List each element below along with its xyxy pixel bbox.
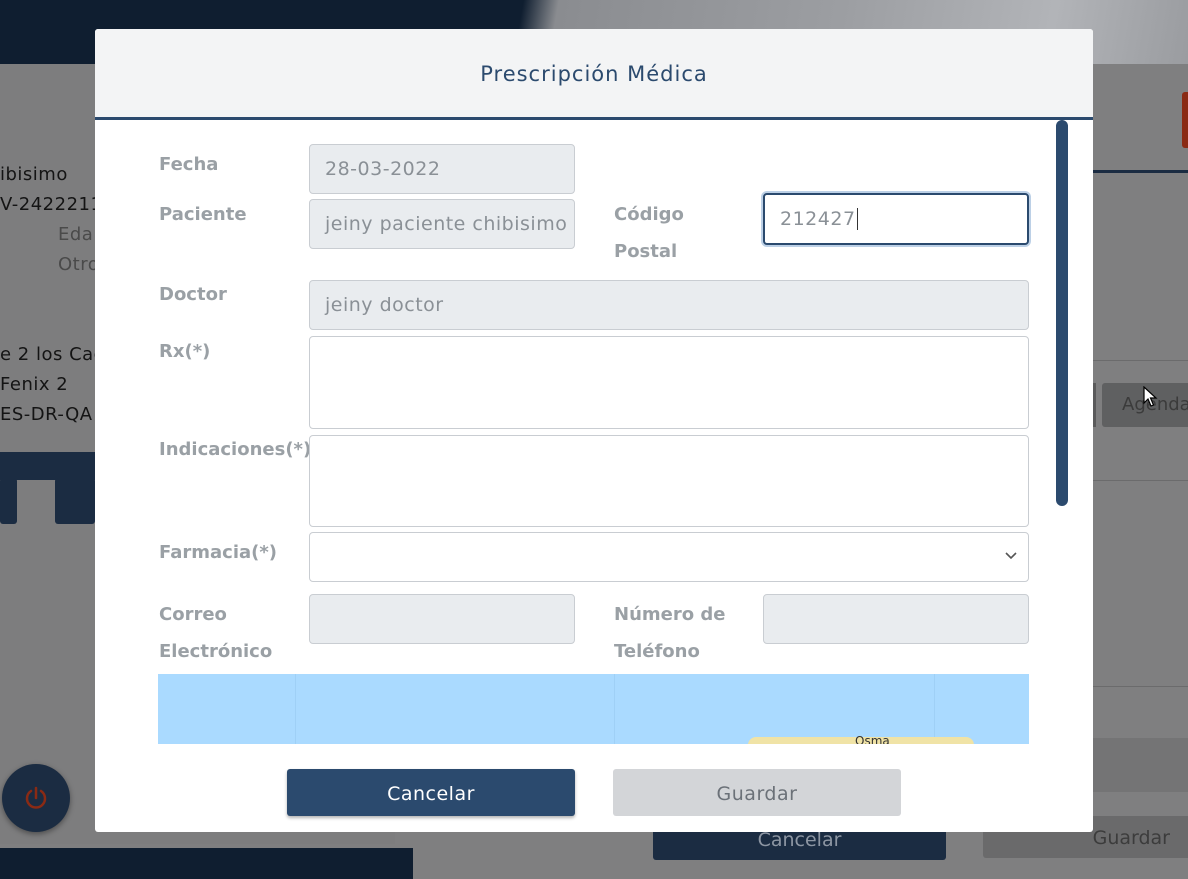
- cancel-button[interactable]: Cancelar: [287, 769, 575, 816]
- fecha-label: Fecha: [159, 154, 219, 175]
- codigo-postal-value: 212427: [780, 208, 856, 230]
- map-tile-seam: [614, 674, 615, 744]
- bg-code-line: ES-DR-QA: [0, 404, 93, 425]
- codigo-postal-label-line1: Código: [614, 204, 684, 225]
- modal-title: Prescripción Médica: [480, 62, 708, 86]
- mouse-cursor-icon: [1143, 386, 1158, 407]
- fecha-input: 28-03-2022: [309, 144, 575, 194]
- text-caret: [856, 208, 858, 230]
- save-button[interactable]: Guardar: [613, 769, 901, 816]
- bg-age-label: Eda: [58, 224, 94, 245]
- map-tile-seam: [934, 674, 935, 744]
- bg-row-divider: [1093, 360, 1188, 361]
- telefono-label-line2: Teléfono: [614, 641, 700, 662]
- correo-label-line1: Correo: [159, 604, 227, 625]
- telefono-label-line1: Número de: [614, 604, 726, 625]
- paciente-label: Paciente: [159, 204, 247, 225]
- paciente-input: jeiny paciente chibisimo: [309, 199, 575, 249]
- codigo-postal-label-line2: Postal: [614, 241, 678, 262]
- modal-body: Fecha 28-03-2022 Paciente jeiny paciente…: [95, 120, 1093, 744]
- bg-row-divider: [1093, 686, 1188, 687]
- map-tile-seam: [295, 674, 296, 744]
- bg-field: [1093, 738, 1188, 792]
- bg-other-label: Otro: [58, 254, 100, 275]
- fecha-value: 28-03-2022: [325, 158, 441, 180]
- indicaciones-textarea[interactable]: [309, 435, 1029, 527]
- bg-button-edge: [1093, 383, 1096, 427]
- doctor-label: Doctor: [159, 284, 227, 305]
- bg-right-accent-line: [1093, 170, 1188, 173]
- modal-header: Prescripción Médica: [95, 29, 1093, 120]
- rx-textarea[interactable]: [309, 336, 1029, 429]
- farmacia-label: Farmacia(*): [159, 542, 278, 563]
- bg-row-divider: [1093, 480, 1188, 481]
- rx-label: Rx(*): [159, 341, 211, 362]
- power-icon: [2, 764, 70, 832]
- indicaciones-label: Indicaciones(*): [159, 439, 312, 460]
- doctor-input: jeiny doctor: [309, 280, 1029, 330]
- farmacia-select[interactable]: [309, 532, 1029, 582]
- bg-red-tab: [1182, 92, 1188, 148]
- doctor-value: jeiny doctor: [325, 294, 444, 316]
- codigo-postal-input[interactable]: 212427: [763, 193, 1029, 245]
- bg-address-line: e 2 los Cac: [0, 344, 105, 365]
- telefono-input: [763, 594, 1029, 644]
- bg-action-button-1: [0, 478, 17, 524]
- scrollbar-thumb[interactable]: [1056, 120, 1068, 506]
- correo-input: [309, 594, 575, 644]
- bg-patient-name: ibisimo: [0, 164, 68, 185]
- correo-label-line2: Electrónico: [159, 641, 273, 662]
- prescription-modal: Prescripción Médica Fecha 28-03-2022 Pac…: [95, 29, 1093, 832]
- bg-action-button-2: [55, 478, 95, 524]
- location-map[interactable]: Osma: [158, 674, 1029, 744]
- paciente-value: jeiny paciente chibisimo: [325, 213, 568, 235]
- bg-clinic-line: Fenix 2: [0, 374, 69, 395]
- background-bottom-bar: [0, 848, 413, 879]
- chevron-down-icon: [1005, 552, 1017, 560]
- map-place-label: Osma: [855, 734, 890, 744]
